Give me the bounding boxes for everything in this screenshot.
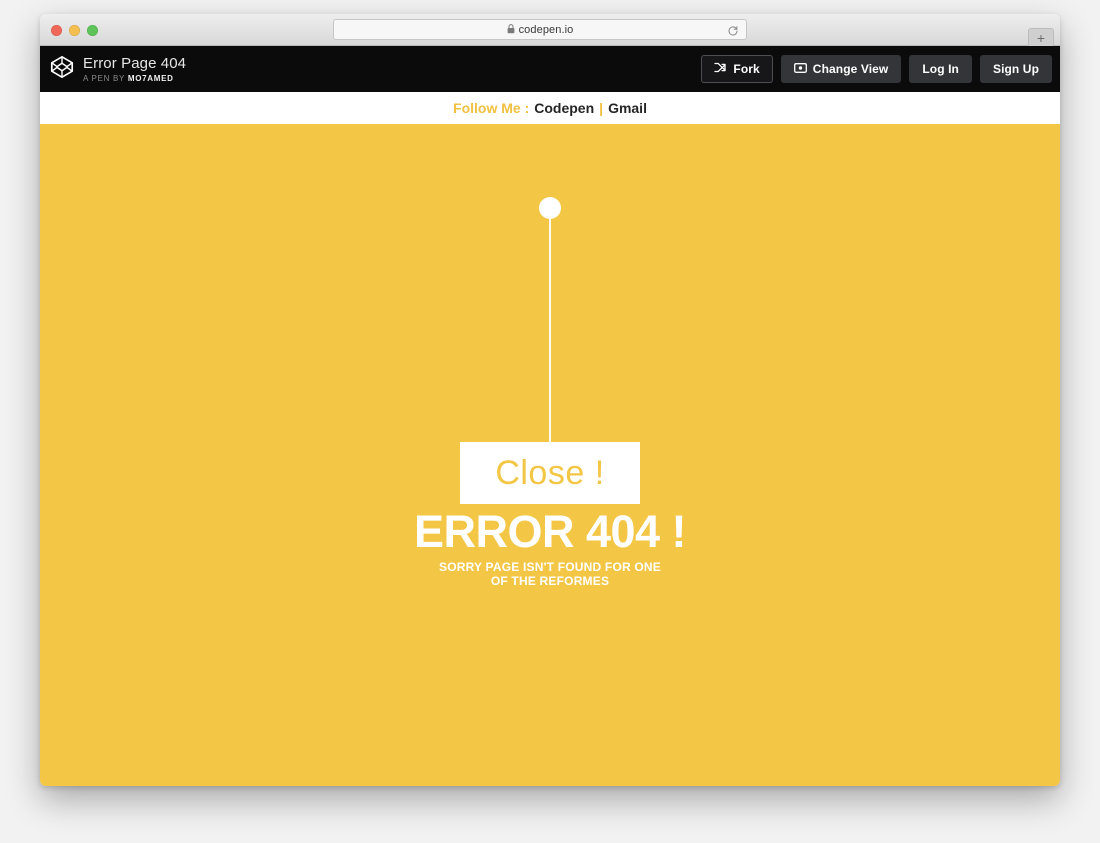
hanging-string [549,217,551,449]
close-sign-box[interactable]: Close ! [460,442,640,504]
fork-button[interactable]: Fork [701,55,773,83]
browser-chrome-bar: codepen.io + [40,14,1060,46]
pen-title-group: Error Page 404 A PEN BY MO7AMED [83,55,186,84]
zoom-window-button[interactable] [87,25,98,36]
change-view-button-label: Change View [812,62,889,76]
error-message: SORRY PAGE ISN'T FOUND FOR ONE OF THE RE… [439,560,661,588]
follow-link-codepen[interactable]: Codepen [534,100,594,116]
follow-me-bar: Follow Me : Codepen | Gmail [40,92,1060,124]
lock-icon [507,21,515,39]
fork-icon [714,62,727,76]
pen-byline: A PEN BY MO7AMED [83,73,186,84]
new-tab-button[interactable]: + [1028,28,1054,46]
codepen-header: Error Page 404 A PEN BY MO7AMED Fork Cha… [40,46,1060,92]
follow-link-gmail[interactable]: Gmail [608,100,647,116]
reload-icon[interactable] [727,24,739,42]
sign-up-button-label: Sign Up [992,62,1039,76]
log-in-button-label: Log In [922,62,959,76]
minimize-window-button[interactable] [69,25,80,36]
address-bar-content: codepen.io [507,21,574,39]
address-bar-url: codepen.io [518,23,574,36]
pen-title: Error Page 404 [83,54,187,72]
window-traffic-lights [51,25,98,36]
follow-separator: | [599,100,604,116]
pen-actions: Fork Change View Log In Sign Up [701,55,1052,83]
pen-brand[interactable]: Error Page 404 A PEN BY MO7AMED [50,55,186,84]
change-view-icon [793,62,807,76]
error-code-heading: ERROR 404 ! [413,506,687,557]
fork-button-label: Fork [733,62,760,76]
sign-up-button[interactable]: Sign Up [979,55,1052,83]
error-page-stage: Close ! ERROR 404 ! SORRY PAGE ISN'T FOU… [40,124,1060,786]
hanging-knob [539,197,561,219]
pen-author: MO7AMED [127,73,174,83]
pen-byline-prefix: A PEN BY [83,73,125,83]
log-in-button[interactable]: Log In [909,55,972,83]
browser-window: codepen.io + Error Page 404 A PEN BY MO7… [40,14,1060,786]
address-bar[interactable]: codepen.io [333,19,747,40]
change-view-button[interactable]: Change View [780,55,902,83]
follow-me-label: Follow Me : [453,100,530,116]
close-window-button[interactable] [51,25,62,36]
codepen-logo-icon[interactable] [50,55,74,84]
close-sign-label: Close ! [495,453,605,492]
